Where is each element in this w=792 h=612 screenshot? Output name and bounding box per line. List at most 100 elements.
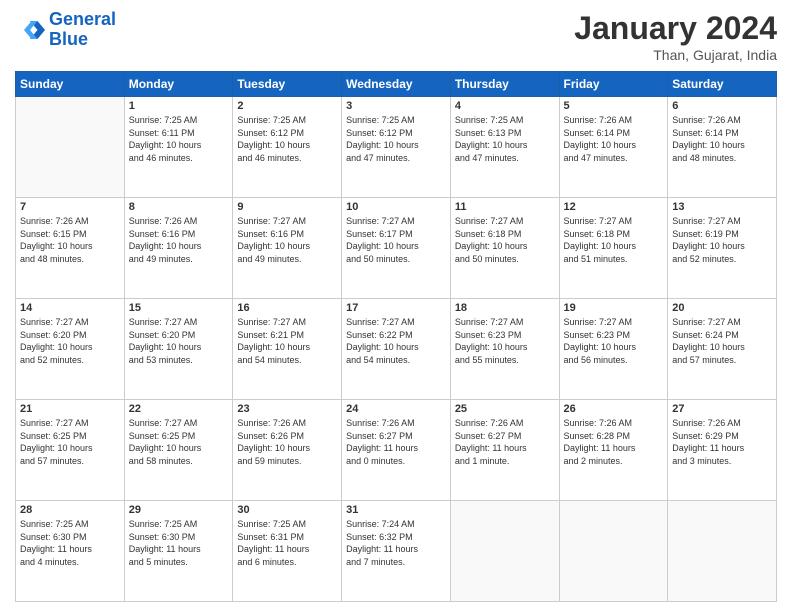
day-number: 27 [672, 403, 772, 415]
title-block: January 2024 Than, Gujarat, India [574, 10, 777, 63]
day-info: Sunrise: 7:27 AM Sunset: 6:21 PM Dayligh… [237, 316, 337, 366]
calendar-cell [450, 501, 559, 602]
calendar-cell: 15 Sunrise: 7:27 AM Sunset: 6:20 PM Dayli… [124, 299, 233, 400]
day-info: Sunrise: 7:27 AM Sunset: 6:16 PM Dayligh… [237, 215, 337, 265]
week-row-2: 14 Sunrise: 7:27 AM Sunset: 6:20 PM Dayli… [16, 299, 777, 400]
day-number: 15 [129, 302, 229, 314]
day-number: 21 [20, 403, 120, 415]
day-number: 1 [129, 100, 229, 112]
calendar-table: SundayMondayTuesdayWednesdayThursdayFrid… [15, 71, 777, 602]
calendar-cell: 20Sunrise: 7:27 AM Sunset: 6:24 PM Dayli… [668, 299, 777, 400]
day-number: 25 [455, 403, 555, 415]
day-info: Sunrise: 7:27 AM Sunset: 6:20 PM Dayligh… [129, 316, 229, 366]
day-info: Sunrise: 7:27 AM Sunset: 6:17 PM Dayligh… [346, 215, 446, 265]
day-info: Sunrise: 7:25 AM Sunset: 6:11 PM Dayligh… [129, 114, 229, 164]
day-number: 12 [564, 201, 664, 213]
calendar-cell [668, 501, 777, 602]
day-info: Sunrise: 7:26 AM Sunset: 6:14 PM Dayligh… [672, 114, 772, 164]
week-row-4: 28Sunrise: 7:25 AM Sunset: 6:30 PM Dayli… [16, 501, 777, 602]
day-number: 24 [346, 403, 446, 415]
calendar-cell: 12 Sunrise: 7:27 AM Sunset: 6:18 PM Dayli… [559, 198, 668, 299]
day-info: Sunrise: 7:26 AM Sunset: 6:15 PM Dayligh… [20, 215, 120, 265]
day-number: 23 [237, 403, 337, 415]
day-info: Sunrise: 7:25 AM Sunset: 6:13 PM Dayligh… [455, 114, 555, 164]
header-day-sunday: Sunday [16, 72, 125, 97]
header-day-wednesday: Wednesday [342, 72, 451, 97]
calendar-cell: 31Sunrise: 7:24 AM Sunset: 6:32 PM Dayli… [342, 501, 451, 602]
calendar-cell: 30 Sunrise: 7:25 AM Sunset: 6:31 PM Dayli… [233, 501, 342, 602]
day-number: 13 [672, 201, 772, 213]
calendar-cell: 17 Sunrise: 7:27 AM Sunset: 6:22 PM Dayli… [342, 299, 451, 400]
calendar-cell: 26Sunrise: 7:26 AM Sunset: 6:28 PM Dayli… [559, 400, 668, 501]
calendar-cell: 28Sunrise: 7:25 AM Sunset: 6:30 PM Dayli… [16, 501, 125, 602]
header-day-thursday: Thursday [450, 72, 559, 97]
week-row-1: 7 Sunrise: 7:26 AM Sunset: 6:15 PM Daylig… [16, 198, 777, 299]
day-number: 29 [129, 504, 229, 516]
calendar-cell [16, 97, 125, 198]
calendar-cell: 3Sunrise: 7:25 AM Sunset: 6:12 PM Daylig… [342, 97, 451, 198]
main-title: January 2024 [574, 10, 777, 47]
day-number: 10 [346, 201, 446, 213]
header-row: SundayMondayTuesdayWednesdayThursdayFrid… [16, 72, 777, 97]
header-day-monday: Monday [124, 72, 233, 97]
day-number: 9 [237, 201, 337, 213]
day-info: Sunrise: 7:27 AM Sunset: 6:19 PM Dayligh… [672, 215, 772, 265]
logo-icon [15, 15, 45, 45]
day-info: Sunrise: 7:26 AM Sunset: 6:16 PM Dayligh… [129, 215, 229, 265]
day-info: Sunrise: 7:27 AM Sunset: 6:22 PM Dayligh… [346, 316, 446, 366]
day-number: 7 [20, 201, 120, 213]
calendar-cell: 18Sunrise: 7:27 AM Sunset: 6:23 PM Dayli… [450, 299, 559, 400]
day-number: 30 [237, 504, 337, 516]
logo: General Blue [15, 10, 116, 50]
day-info: Sunrise: 7:27 AM Sunset: 6:25 PM Dayligh… [129, 417, 229, 467]
day-info: Sunrise: 7:26 AM Sunset: 6:27 PM Dayligh… [455, 417, 555, 467]
week-row-0: 1 Sunrise: 7:25 AM Sunset: 6:11 PM Daylig… [16, 97, 777, 198]
day-info: Sunrise: 7:24 AM Sunset: 6:32 PM Dayligh… [346, 518, 446, 568]
day-info: Sunrise: 7:27 AM Sunset: 6:23 PM Dayligh… [564, 316, 664, 366]
day-number: 11 [455, 201, 555, 213]
calendar-cell: 6Sunrise: 7:26 AM Sunset: 6:14 PM Daylig… [668, 97, 777, 198]
calendar-cell: 5Sunrise: 7:26 AM Sunset: 6:14 PM Daylig… [559, 97, 668, 198]
day-info: Sunrise: 7:27 AM Sunset: 6:25 PM Dayligh… [20, 417, 120, 467]
calendar-cell: 10 Sunrise: 7:27 AM Sunset: 6:17 PM Dayli… [342, 198, 451, 299]
day-info: Sunrise: 7:25 AM Sunset: 6:30 PM Dayligh… [129, 518, 229, 568]
calendar-cell: 2 Sunrise: 7:25 AM Sunset: 6:12 PM Daylig… [233, 97, 342, 198]
calendar-cell: 11 Sunrise: 7:27 AM Sunset: 6:18 PM Dayli… [450, 198, 559, 299]
calendar-cell: 27Sunrise: 7:26 AM Sunset: 6:29 PM Dayli… [668, 400, 777, 501]
calendar-cell: 29 Sunrise: 7:25 AM Sunset: 6:30 PM Dayli… [124, 501, 233, 602]
calendar-cell: 13 Sunrise: 7:27 AM Sunset: 6:19 PM Dayli… [668, 198, 777, 299]
day-number: 14 [20, 302, 120, 314]
calendar-cell: 21 Sunrise: 7:27 AM Sunset: 6:25 PM Dayli… [16, 400, 125, 501]
calendar-cell: 16 Sunrise: 7:27 AM Sunset: 6:21 PM Dayli… [233, 299, 342, 400]
day-info: Sunrise: 7:27 AM Sunset: 6:20 PM Dayligh… [20, 316, 120, 366]
day-info: Sunrise: 7:27 AM Sunset: 6:23 PM Dayligh… [455, 316, 555, 366]
day-info: Sunrise: 7:27 AM Sunset: 6:18 PM Dayligh… [455, 215, 555, 265]
logo-text: General Blue [49, 10, 116, 50]
day-info: Sunrise: 7:26 AM Sunset: 6:14 PM Dayligh… [564, 114, 664, 164]
day-number: 17 [346, 302, 446, 314]
calendar-cell: 14 Sunrise: 7:27 AM Sunset: 6:20 PM Dayli… [16, 299, 125, 400]
calendar-cell: 4Sunrise: 7:25 AM Sunset: 6:13 PM Daylig… [450, 97, 559, 198]
day-info: Sunrise: 7:25 AM Sunset: 6:12 PM Dayligh… [237, 114, 337, 164]
day-number: 22 [129, 403, 229, 415]
day-number: 8 [129, 201, 229, 213]
calendar-cell [559, 501, 668, 602]
day-info: Sunrise: 7:25 AM Sunset: 6:31 PM Dayligh… [237, 518, 337, 568]
header-day-tuesday: Tuesday [233, 72, 342, 97]
calendar-cell: 7 Sunrise: 7:26 AM Sunset: 6:15 PM Daylig… [16, 198, 125, 299]
calendar-cell: 22 Sunrise: 7:27 AM Sunset: 6:25 PM Dayli… [124, 400, 233, 501]
calendar-cell: 25 Sunrise: 7:26 AM Sunset: 6:27 PM Dayli… [450, 400, 559, 501]
day-number: 16 [237, 302, 337, 314]
page: General Blue January 2024 Than, Gujarat,… [0, 0, 792, 612]
calendar-cell: 19 Sunrise: 7:27 AM Sunset: 6:23 PM Dayli… [559, 299, 668, 400]
day-number: 19 [564, 302, 664, 314]
calendar-cell: 1 Sunrise: 7:25 AM Sunset: 6:11 PM Daylig… [124, 97, 233, 198]
logo-line1: General [49, 9, 116, 29]
day-info: Sunrise: 7:27 AM Sunset: 6:18 PM Dayligh… [564, 215, 664, 265]
day-info: Sunrise: 7:26 AM Sunset: 6:26 PM Dayligh… [237, 417, 337, 467]
day-info: Sunrise: 7:25 AM Sunset: 6:30 PM Dayligh… [20, 518, 120, 568]
header-day-saturday: Saturday [668, 72, 777, 97]
calendar-cell: 24Sunrise: 7:26 AM Sunset: 6:27 PM Dayli… [342, 400, 451, 501]
calendar-cell: 9 Sunrise: 7:27 AM Sunset: 6:16 PM Daylig… [233, 198, 342, 299]
day-number: 2 [237, 100, 337, 112]
